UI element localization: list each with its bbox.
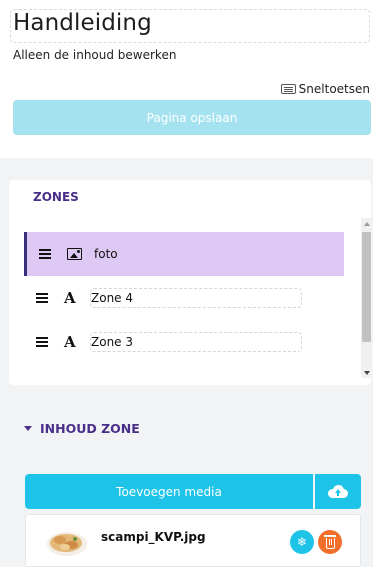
cloud-upload-icon xyxy=(328,485,348,498)
text-icon: A xyxy=(64,333,76,351)
page-title[interactable]: Handleiding xyxy=(13,10,152,36)
zone-name-field[interactable]: Zone 3 xyxy=(90,332,302,352)
zone-name-value: Zone 4 xyxy=(91,291,133,305)
scrollbar-thumb[interactable] xyxy=(362,232,371,342)
keyboard-icon xyxy=(280,84,296,94)
zone-label: foto xyxy=(94,247,118,261)
editor-panel: Handleiding Alleen de inhoud bewerken Sn… xyxy=(0,0,373,567)
zone-item-zone-4[interactable]: A Zone 4 xyxy=(24,276,344,320)
trash-icon xyxy=(323,535,336,549)
drag-handle-icon[interactable] xyxy=(36,293,48,303)
media-delete-button[interactable] xyxy=(318,530,342,554)
caret-down-icon xyxy=(24,426,32,431)
text-icon: A xyxy=(64,289,76,307)
zones-heading: ZONES xyxy=(33,190,79,204)
content-zone-toggle[interactable]: INHOUD ZONE xyxy=(24,421,140,436)
header-section: Handleiding Alleen de inhoud bewerken Sn… xyxy=(0,0,373,158)
upload-button[interactable] xyxy=(315,474,361,509)
drag-handle-icon[interactable] xyxy=(39,249,51,259)
add-media-button[interactable]: Toevoegen media xyxy=(25,474,313,509)
save-page-button[interactable]: Pagina opslaan xyxy=(13,100,371,135)
scroll-down-arrow-icon[interactable] xyxy=(364,371,370,375)
zone-item-foto[interactable]: foto xyxy=(24,232,344,276)
shortcuts-label: Sneltoetsen xyxy=(298,82,370,96)
scroll-up-arrow-icon[interactable] xyxy=(364,222,370,226)
media-item: scampi_KVP.jpg ❄ xyxy=(25,514,361,567)
media-settings-button[interactable]: ❄ xyxy=(290,530,314,554)
drag-handle-icon[interactable] xyxy=(36,337,48,347)
content-zone-heading: INHOUD ZONE xyxy=(40,421,140,436)
shortcuts-link[interactable]: Sneltoetsen xyxy=(280,82,370,96)
media-thumbnail xyxy=(47,532,87,556)
zone-name-field[interactable]: Zone 4 xyxy=(90,288,302,308)
image-icon xyxy=(67,248,82,260)
zone-item-zone-3[interactable]: A Zone 3 xyxy=(24,320,344,364)
edit-mode-subtitle: Alleen de inhoud bewerken xyxy=(13,48,177,62)
snowflake-icon: ❄ xyxy=(296,535,308,549)
media-file-name: scampi_KVP.jpg xyxy=(101,530,206,544)
zone-name-value: Zone 3 xyxy=(91,335,133,349)
